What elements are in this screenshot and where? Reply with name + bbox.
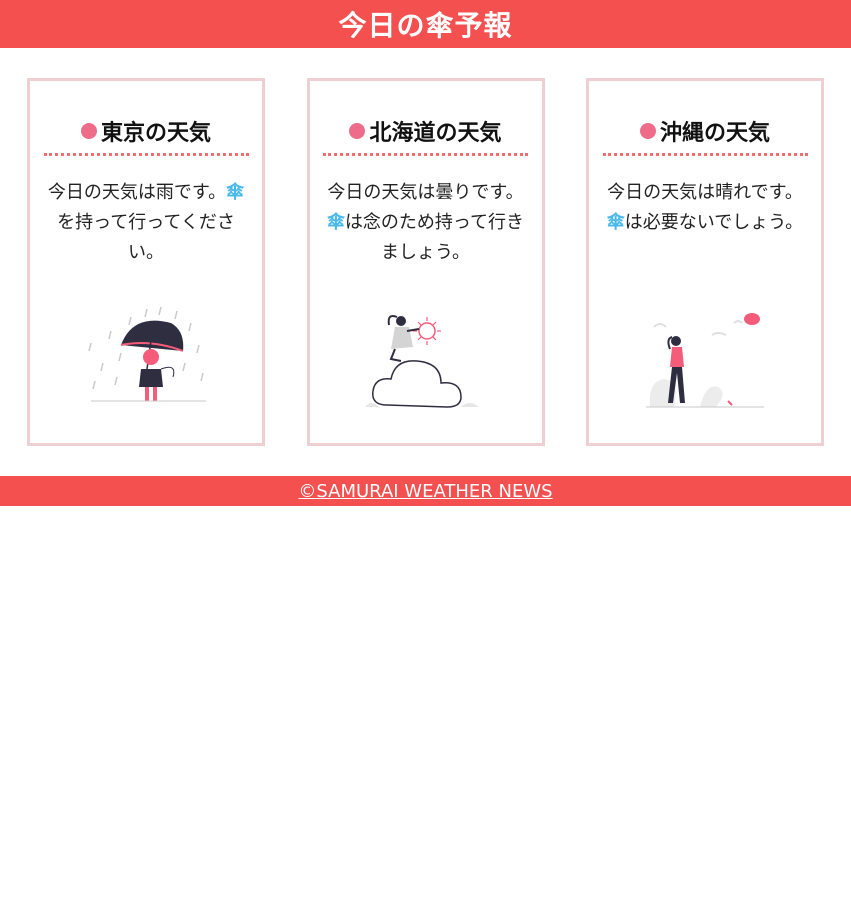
copyright-link[interactable]: ©SAMURAI WEATHER NEWS [298, 481, 552, 502]
message-line-2: は念のため持って行きましょう。 [344, 212, 525, 263]
card-title: 東京の天気 [43, 115, 249, 156]
bullet-dot-icon [639, 123, 656, 139]
bullet-dot-icon [80, 123, 97, 139]
card-message: 今日の天気は曇りです。傘は念のため持って行きましょう。 [323, 178, 528, 268]
message-line-2: は必要ないでしょう。 [624, 212, 804, 233]
sunny-walk-illustration [640, 303, 770, 413]
message-line-1: 今日の天気は晴れです。 [607, 182, 803, 203]
message-line-1: 今日の天気は雨です。 [47, 182, 227, 203]
bullet-dot-icon [349, 123, 366, 139]
message-line-1: 今日の天気は曇りです。 [327, 182, 524, 203]
message-line-2: を持って行ってください。 [57, 212, 235, 263]
card-okinawa: 沖縄の天気 今日の天気は晴れです。傘は必要ないでしょう。 [586, 78, 824, 446]
card-title: 沖縄の天気 [602, 115, 808, 156]
card-title-text: 東京の天気 [100, 121, 211, 146]
card-message: 今日の天気は雨です。傘を持って行ってください。 [44, 178, 249, 268]
card-hokkaido: 北海道の天気 今日の天気は曇りです。傘は念のため持って行きましょう。 [306, 78, 545, 446]
card-title-text: 沖縄の天気 [659, 121, 770, 146]
page-header: 今日の傘予報 [0, 0, 851, 48]
card-title: 北海道の天気 [323, 115, 528, 156]
rain-umbrella-illustration [81, 303, 211, 413]
umbrella-word: 傘 [326, 212, 345, 233]
card-title-text: 北海道の天気 [369, 121, 502, 146]
cloud-illustration [361, 303, 491, 413]
card-tokyo: 東京の天気 今日の天気は雨です。傘を持って行ってください。 [27, 78, 265, 446]
umbrella-word: 傘 [226, 182, 245, 203]
page-title: 今日の傘予報 [338, 9, 513, 42]
page-footer: ©SAMURAI WEATHER NEWS [0, 476, 851, 506]
forecast-cards: 東京の天気 今日の天気は雨です。傘を持って行ってください。 北海道の天気 今日の… [0, 48, 851, 476]
card-message: 今日の天気は晴れです。傘は必要ないでしょう。 [603, 178, 808, 238]
umbrella-word: 傘 [606, 212, 625, 233]
